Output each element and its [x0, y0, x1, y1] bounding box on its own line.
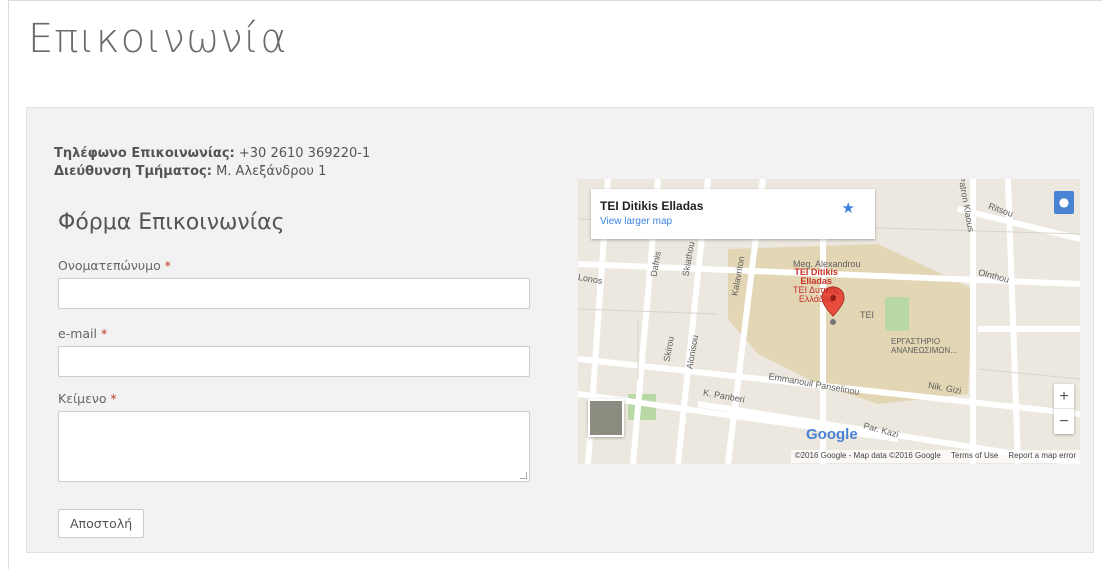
- pegman-icon[interactable]: ●: [1054, 191, 1074, 214]
- satellite-toggle-thumbnail[interactable]: [588, 399, 624, 437]
- message-label-text: Κείμενο: [58, 391, 107, 406]
- address-label: Διεύθυνση Τμήματος:: [54, 164, 212, 179]
- map-place-name: TEI Ditikis Elladas: [600, 199, 704, 213]
- google-logo: Google: [806, 426, 858, 443]
- report-map-error-link[interactable]: Report a map error: [1008, 451, 1076, 460]
- view-larger-map-link[interactable]: View larger map: [600, 216, 672, 227]
- tei-label: ΤΕΙ: [860, 310, 875, 320]
- message-label: Κείμενο *: [58, 391, 117, 406]
- resize-grip-icon[interactable]: [520, 472, 527, 479]
- message-textarea[interactable]: [58, 411, 530, 482]
- name-label: Ονοματεπώνυμο *: [58, 258, 171, 273]
- lab-line: ΑΝΑΝΕΩΣΙΜΩΝ...: [891, 346, 957, 355]
- phone-line: Τηλέφωνο Επικοινωνίας: +30 2610 369220-1: [54, 145, 370, 163]
- required-marker: *: [110, 391, 117, 406]
- terms-of-use-link[interactable]: Terms of Use: [951, 451, 998, 460]
- page-title: Επικοινωνία: [28, 16, 288, 62]
- required-marker: *: [164, 258, 172, 273]
- address-value: Μ. Αλεξάνδρου 1: [216, 164, 327, 179]
- name-input[interactable]: [58, 278, 530, 309]
- zoom-control: + −: [1054, 384, 1074, 434]
- name-label-text: Ονοματεπώνυμο: [58, 258, 161, 273]
- poi-line: Ελλάδας: [798, 294, 834, 304]
- required-marker: *: [100, 326, 108, 341]
- contact-info: Τηλέφωνο Επικοινωνίας: +30 2610 369220-1…: [54, 145, 370, 181]
- zoom-out-button[interactable]: −: [1054, 409, 1074, 434]
- contact-panel: Τηλέφωνο Επικοινωνίας: +30 2610 369220-1…: [26, 107, 1094, 553]
- phone-label: Τηλέφωνο Επικοινωνίας:: [54, 146, 235, 161]
- map-attribution: ©2016 Google - Map data ©2016 Google Ter…: [790, 450, 1080, 463]
- map-info-card: TEI Ditikis Elladas View larger map ★: [591, 189, 875, 239]
- form-title: Φόρμα Επικοινωνίας: [58, 210, 285, 235]
- zoom-in-button[interactable]: +: [1054, 384, 1074, 409]
- email-label: e-mail *: [58, 326, 107, 341]
- phone-value: +30 2610 369220-1: [238, 146, 371, 161]
- attribution-text: ©2016 Google - Map data ©2016 Google: [794, 451, 941, 460]
- email-label-text: e-mail: [58, 326, 97, 341]
- lab-line: ΕΡΓΑΣΤΗΡΙΟ: [891, 337, 941, 346]
- star-icon[interactable]: ★: [842, 199, 855, 217]
- embedded-map[interactable]: Meg. Alexandrou Olnthou Kalavriton Skiro…: [578, 179, 1080, 464]
- lab-label: ΕΡΓΑΣΤΗΡΙΟ ΑΝΑΝΕΩΣΙΜΩΝ...: [891, 337, 957, 355]
- poi-label: TEI Ditikis Elladas ΤΕΙ Δυτικής Ελλάδας: [793, 268, 839, 304]
- address-line: Διεύθυνση Τμήματος: Μ. Αλεξάνδρου 1: [54, 163, 370, 181]
- submit-button[interactable]: Αποστολή: [58, 509, 145, 538]
- email-input[interactable]: [58, 346, 530, 377]
